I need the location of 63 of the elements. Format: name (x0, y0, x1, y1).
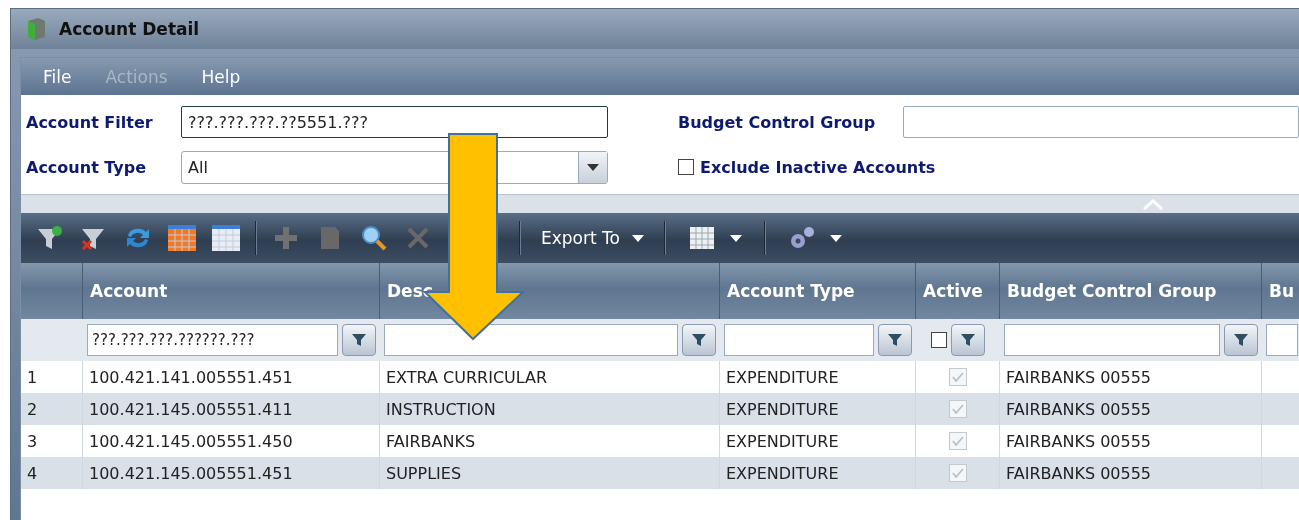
filter-icon (691, 333, 707, 347)
table-cell (1262, 393, 1299, 425)
table-cell: FAIRBANKS 00555 (1000, 457, 1262, 489)
grid-icon (168, 225, 196, 251)
delete-icon (407, 227, 429, 249)
filter-icon (887, 333, 903, 347)
grid-icon (687, 225, 716, 251)
filter-icon (351, 333, 367, 347)
filter-field[interactable]: ???.???.???.??????.??? (87, 324, 338, 356)
export-button[interactable]: Export To (535, 228, 650, 248)
menu-item[interactable]: Help (201, 66, 241, 87)
checkbox[interactable] (931, 332, 947, 348)
filter-button[interactable] (1224, 324, 1258, 356)
filter-add-icon (36, 224, 64, 252)
table-cell: EXPENDITURE (720, 393, 916, 425)
filter-button[interactable] (342, 324, 376, 356)
toolbar-button[interactable] (167, 223, 197, 253)
field-label: Account Filter (26, 112, 154, 132)
grid-icon (212, 225, 240, 251)
table-cell: FAIRBANKS 00555 (1000, 393, 1262, 425)
search-icon (360, 224, 388, 252)
column-header[interactable]: Account Type (720, 263, 916, 319)
table-cell (1262, 457, 1299, 489)
caret-icon (829, 234, 842, 242)
toolbar-button[interactable] (211, 223, 241, 253)
table-cell: EXPENDITURE (720, 457, 916, 489)
caret-icon (729, 234, 742, 242)
account-type-dropdown[interactable]: All (181, 150, 608, 184)
menu-item[interactable]: File (43, 66, 72, 87)
column-header[interactable]: Account (83, 263, 380, 319)
column-header[interactable]: Bu (1262, 263, 1299, 319)
plus-icon (273, 225, 299, 251)
table-cell: 100.421.145.005551.411 (83, 393, 380, 425)
table-cell: INSTRUCTION (380, 393, 720, 425)
column-header[interactable]: Budget Control Group (1000, 263, 1262, 319)
row-number: 2 (21, 393, 83, 425)
filter-field[interactable] (1266, 324, 1298, 356)
app-icon (25, 17, 47, 41)
filter-icon (1233, 333, 1249, 347)
checkbox-label: Exclude Inactive Accounts (700, 157, 936, 177)
edit-icon (318, 225, 342, 251)
checkbox[interactable] (678, 159, 694, 175)
toolbar-button[interactable] (359, 223, 389, 253)
window-title: Account Detail (59, 19, 200, 39)
filter-field[interactable] (384, 324, 678, 356)
filter-button[interactable] (878, 324, 912, 356)
caret-icon (631, 234, 644, 242)
account-filter-field[interactable]: ???.???.???.??5551.??? (181, 106, 608, 138)
filter-field[interactable] (724, 324, 874, 356)
field-label: Account Type (26, 157, 148, 177)
table-cell: SUPPLIES (380, 457, 720, 489)
row-header (21, 263, 83, 319)
filter-field[interactable] (1004, 324, 1220, 356)
caret-icon (587, 163, 599, 171)
chevron-up-icon (1142, 198, 1164, 210)
filter-button[interactable] (682, 324, 716, 356)
column-header[interactable]: Active (916, 263, 1000, 319)
field-label: Budget Control Group (678, 112, 877, 132)
filter-button[interactable] (951, 324, 985, 356)
table-cell: 100.421.145.005551.451 (83, 457, 380, 489)
budget-group-field[interactable] (903, 106, 1299, 138)
row-number: 4 (21, 457, 83, 489)
filter-icon (960, 333, 976, 347)
